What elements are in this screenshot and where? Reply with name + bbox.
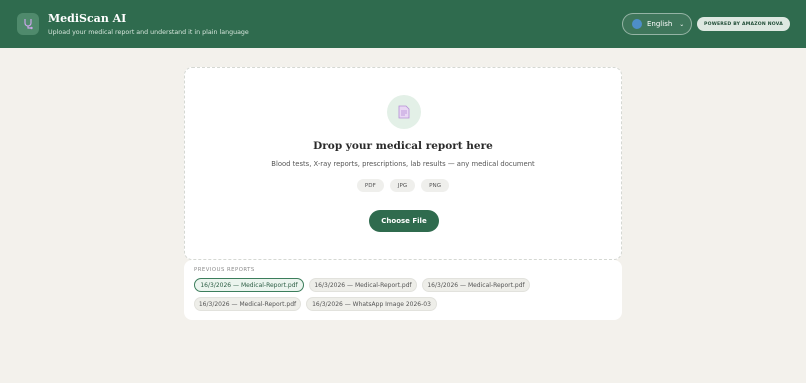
report-chip[interactable]: 16/3/2026 — Medical-Report.pdf bbox=[309, 278, 417, 292]
report-chip[interactable]: 16/3/2026 — Medical-Report.pdf bbox=[194, 278, 304, 292]
format-badges: PDF JPG PNG bbox=[185, 179, 621, 192]
format-badge-pdf: PDF bbox=[356, 179, 384, 192]
app-header: MediScan AI Upload your medical report a… bbox=[0, 0, 806, 48]
choose-file-button[interactable]: Choose File bbox=[369, 210, 439, 232]
stethoscope-icon bbox=[17, 13, 39, 35]
chevron-down-icon: ⌄ bbox=[679, 20, 685, 28]
dropzone-subtitle: Blood tests, X-ray reports, prescription… bbox=[271, 160, 535, 168]
format-badge-png: PNG bbox=[421, 179, 450, 192]
previous-reports-label: PREVIOUS REPORTS bbox=[194, 267, 255, 273]
app-title: MediScan AI bbox=[48, 12, 127, 25]
report-chip[interactable]: 16/3/2026 — Medical-Report.pdf bbox=[194, 297, 301, 311]
previous-reports-panel: PREVIOUS REPORTS 16/3/2026 — Medical-Rep… bbox=[184, 260, 622, 320]
language-selector[interactable]: English ⌄ bbox=[622, 13, 692, 35]
powered-by-badge: POWERED BY AMAZON NOVA bbox=[697, 17, 790, 31]
document-icon bbox=[387, 95, 421, 129]
upload-dropzone[interactable]: Drop your medical report here Blood test… bbox=[184, 67, 622, 260]
dropzone-title: Drop your medical report here bbox=[313, 140, 493, 152]
language-label: English bbox=[647, 20, 673, 28]
report-chip[interactable]: 16/3/2026 — Medical-Report.pdf bbox=[422, 278, 530, 292]
app-subtitle: Upload your medical report and understan… bbox=[48, 29, 249, 36]
globe-icon bbox=[632, 19, 642, 29]
format-badge-jpg: JPG bbox=[389, 179, 416, 192]
report-chip[interactable]: 16/3/2026 — WhatsApp Image 2026-03 bbox=[306, 297, 437, 311]
